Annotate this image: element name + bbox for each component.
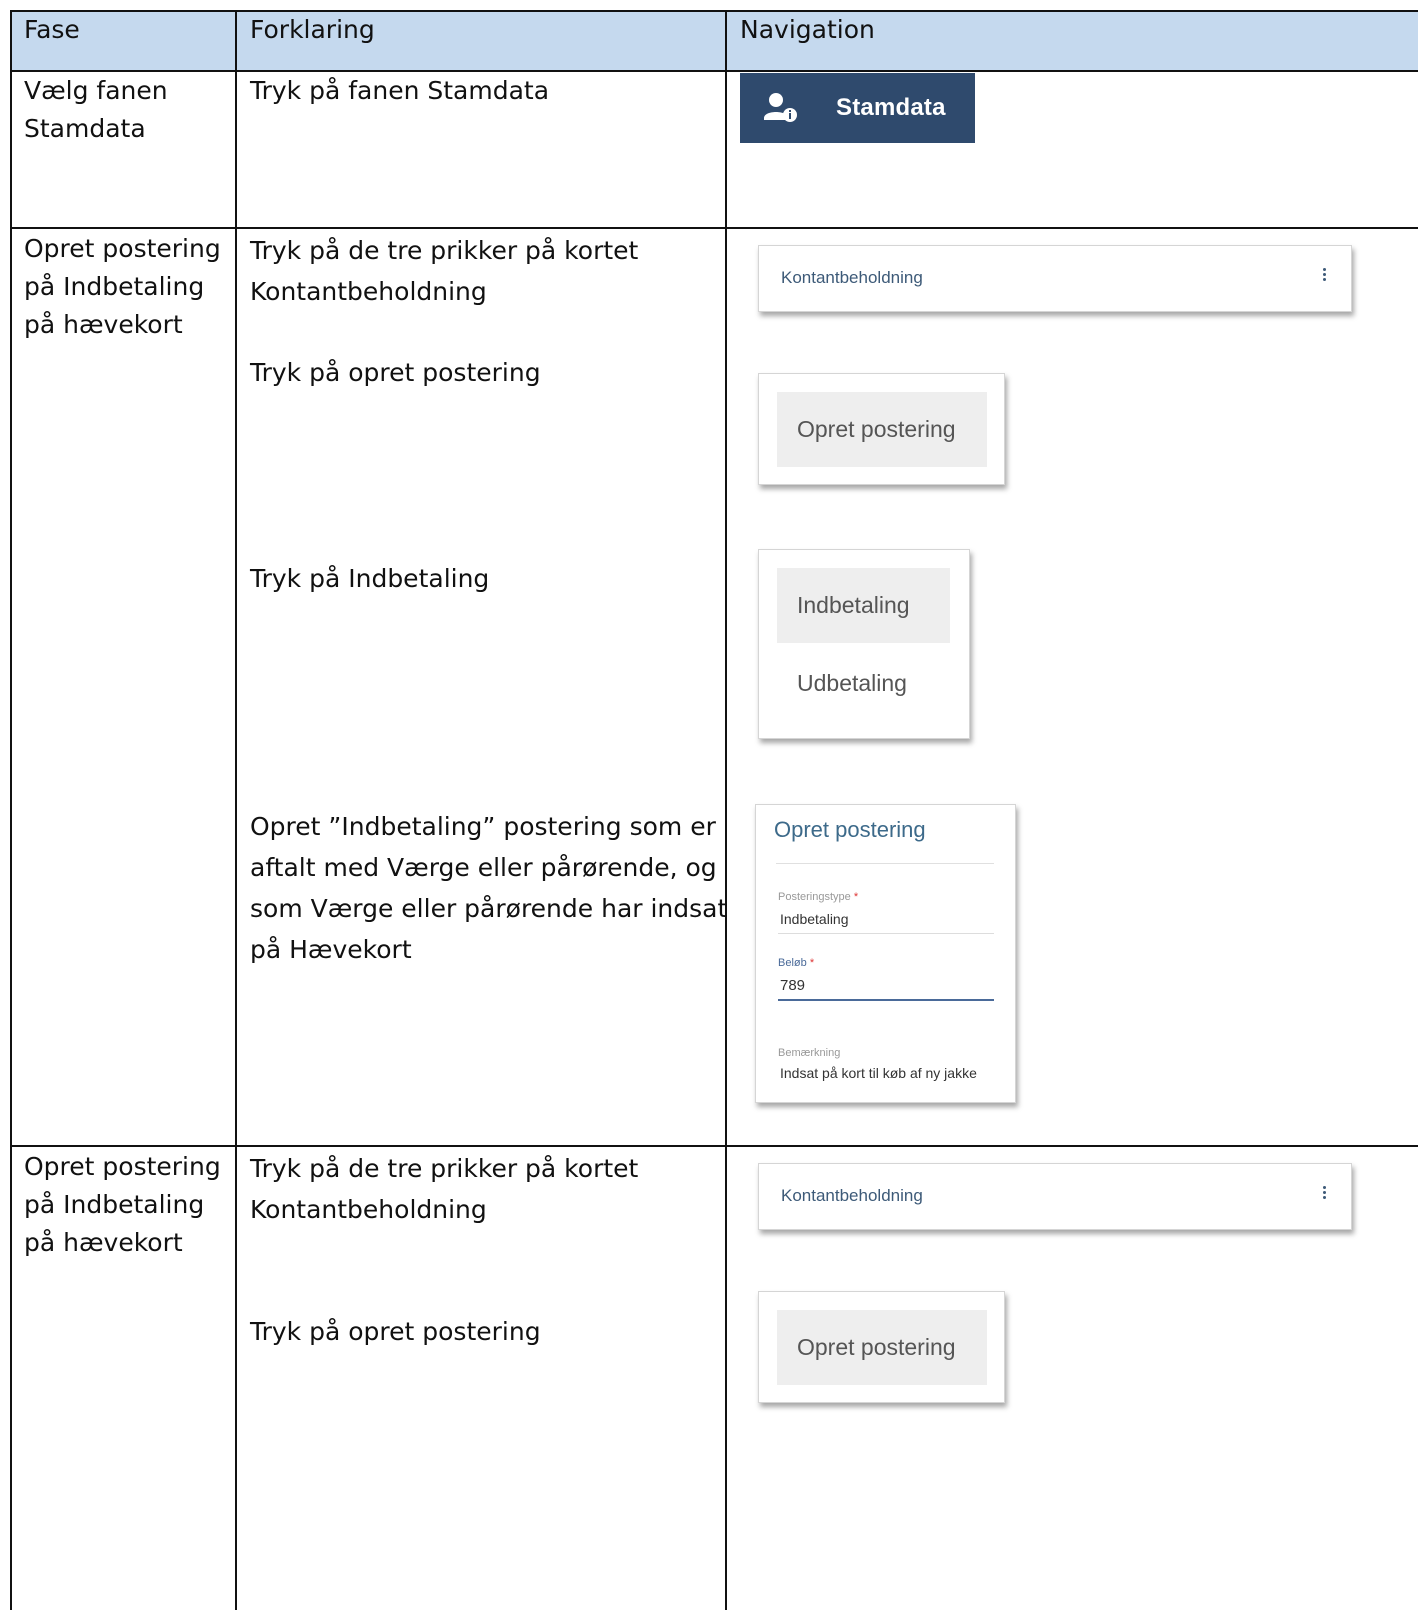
table-divider: [10, 1145, 1418, 1147]
beloeb-field[interactable]: 789: [780, 977, 995, 994]
row3-fase: Opret postering på Indbetaling på hæveko…: [24, 1152, 221, 1257]
table-border-left: [10, 10, 12, 1610]
field-underline-active: [778, 999, 994, 1001]
row2-step1: Tryk på de tre prikker på kortet Kontant…: [250, 236, 639, 306]
table-column-divider: [235, 10, 237, 1610]
header-forklaring: Forklaring: [250, 15, 375, 44]
more-options-icon[interactable]: [1319, 266, 1329, 290]
options-menu: Opret postering: [758, 1291, 1005, 1403]
kontantbeholdning-card: Kontantbeholdning: [758, 245, 1352, 312]
kontantbeholdning-card: Kontantbeholdning: [758, 1163, 1352, 1230]
row2-step3: Tryk på Indbetaling: [250, 564, 490, 593]
row2-step4: Opret ”Indbetaling” postering som er aft…: [250, 812, 728, 964]
opret-postering-menu-item[interactable]: Opret postering: [777, 392, 987, 467]
beloeb-label: Beløb *: [778, 957, 815, 969]
row3-step1: Tryk på de tre prikker på kortet Kontant…: [250, 1154, 639, 1224]
table-divider: [10, 70, 1418, 72]
posteringstype-field[interactable]: Indbetaling: [780, 911, 995, 927]
menu-item-indbetaling[interactable]: Indbetaling: [777, 568, 950, 643]
tab-stamdata[interactable]: Stamdata: [740, 73, 975, 143]
table-divider: [10, 227, 1418, 229]
posteringstype-label: Posteringstype *: [778, 891, 859, 903]
card-title: Kontantbeholdning: [781, 1186, 923, 1205]
form-divider: [776, 863, 994, 864]
row2-step2: Tryk på opret postering: [250, 358, 541, 387]
row1-step1: Tryk på fanen Stamdata: [250, 76, 550, 105]
menu-item-udbetaling[interactable]: Udbetaling: [777, 646, 950, 721]
posting-type-menu: Indbetaling Udbetaling: [758, 549, 970, 739]
more-options-icon[interactable]: [1319, 1184, 1329, 1208]
row2-fase: Opret postering på Indbetaling på hæveko…: [24, 234, 221, 339]
tab-stamdata-label: Stamdata: [836, 94, 946, 121]
field-underline: [778, 933, 994, 934]
user-info-icon: [762, 90, 798, 126]
card-title: Kontantbeholdning: [781, 268, 923, 287]
bemaerkning-label: Bemærkning: [778, 1047, 841, 1059]
options-menu: Opret postering: [758, 373, 1005, 485]
opret-postering-form: Opret postering Posteringstype * Indbeta…: [755, 804, 1016, 1103]
row1-fase: Vælg fanen Stamdata: [24, 76, 168, 143]
bemaerkning-field[interactable]: Indsat på kort til køb af ny jakke: [780, 1065, 995, 1081]
opret-postering-menu-item[interactable]: Opret postering: [777, 1310, 987, 1385]
header-fase: Fase: [24, 15, 80, 44]
header-navigation: Navigation: [740, 15, 875, 44]
table-header-row: [11, 11, 1418, 70]
table-border-top: [10, 10, 1418, 12]
form-title: Opret postering: [774, 817, 926, 842]
row3-step2: Tryk på opret postering: [250, 1317, 541, 1346]
